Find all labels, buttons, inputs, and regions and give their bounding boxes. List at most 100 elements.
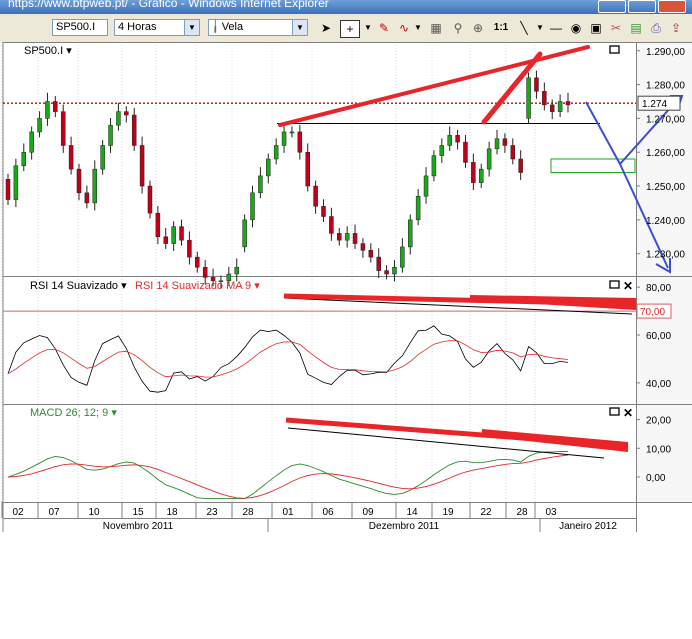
minimize-icon[interactable]: [598, 0, 626, 13]
candle-body: [447, 135, 452, 146]
candle-body: [76, 168, 82, 194]
candle-body: [139, 145, 145, 187]
grid-icon[interactable]: ▦: [428, 20, 444, 36]
y-tick-label: 1.290,00: [646, 47, 685, 58]
candle-body: [124, 111, 129, 116]
chevron-down-icon[interactable]: ▼: [364, 20, 372, 36]
candle-body: [376, 256, 381, 271]
macd-title: MACD 26; 12; 9 ▾: [30, 407, 117, 419]
eye-icon[interactable]: ◉: [568, 20, 584, 36]
ratio-button[interactable]: 1:1: [492, 20, 510, 36]
candle-body: [37, 118, 42, 133]
candle-body: [68, 145, 74, 170]
y-axis-panel: [636, 42, 692, 502]
candle-body: [502, 138, 508, 146]
y-tick-label: 1.240,00: [646, 216, 685, 227]
lock-icon[interactable]: ▣: [588, 20, 604, 36]
candle-body: [116, 111, 121, 126]
candle-body: [92, 168, 98, 204]
candle-body: [415, 195, 421, 221]
chevron-down-icon: ▼: [292, 20, 307, 35]
candle-body: [478, 168, 484, 183]
candle-body: [549, 104, 555, 112]
chevron-down-icon[interactable]: ▼: [536, 20, 544, 36]
candle-body: [337, 233, 342, 241]
candle-body: [108, 124, 113, 146]
close-window-icon[interactable]: [658, 0, 686, 13]
close-icon: ✕: [623, 279, 633, 293]
candle-body: [486, 148, 492, 170]
maximize-icon[interactable]: [628, 0, 656, 13]
chevron-down-icon[interactable]: ▼: [414, 20, 422, 36]
candle-body: [408, 219, 413, 248]
month-label: Janeiro 2012: [559, 521, 617, 532]
candle-body: [534, 77, 539, 92]
candle-body: [313, 185, 318, 207]
candle-body: [384, 270, 389, 275]
zoom-in-icon[interactable]: ⊕: [470, 20, 486, 36]
cursor-arrow-icon[interactable]: ➤: [318, 20, 334, 36]
candle-body: [557, 101, 563, 112]
rsi-title: RSI 14 Suavizado ▾: [30, 280, 127, 292]
save-icon[interactable]: ▤: [628, 20, 644, 36]
candle-body: [455, 135, 460, 143]
candle-body: [392, 266, 397, 275]
candle-body: [266, 158, 271, 177]
y-tick-label: 1.280,00: [646, 81, 685, 92]
candle-body: [289, 131, 295, 134]
x-tick-label: 23: [206, 507, 218, 518]
candle-body: [13, 165, 19, 200]
indicator-icon[interactable]: ∿: [396, 20, 412, 36]
candle-body: [195, 256, 200, 268]
candle-body: [526, 77, 531, 119]
chart-area: 02 07 10 15 18 23 28 01 06 09 14 19 22 28 03 Novembro 2…: [0, 42, 692, 532]
print-icon[interactable]: ⎙: [648, 20, 664, 36]
candle-body: [281, 131, 287, 146]
candle-body: [179, 226, 184, 241]
timeframe-select[interactable]: 4 Horas ▼: [114, 19, 200, 36]
candle-body: [565, 101, 571, 106]
candle-body: [305, 151, 310, 187]
candle-body: [84, 192, 90, 204]
candle-body: [131, 114, 137, 146]
x-tick-label: 28: [242, 507, 254, 518]
candle-body: [5, 179, 11, 200]
chart-style-select[interactable]: ╽ Vela ▼: [208, 19, 308, 36]
chart-canvas[interactable]: 02 07 10 15 18 23 28 01 06 09 14 19 22 28 03 Novembro 2…: [0, 42, 692, 532]
y-tick-label: 60,00: [646, 331, 671, 342]
delete-icon[interactable]: ✂: [608, 20, 624, 36]
y-tick-label: 40,00: [646, 379, 671, 390]
x-tick-label: 22: [480, 507, 492, 518]
candle-body: [250, 192, 255, 221]
rsi-ma-title: RSI 14 Suavizado MA 9 ▾: [135, 280, 260, 292]
candle-body: [329, 216, 334, 234]
y-tick-label: 20,00: [646, 416, 671, 427]
pencil-icon[interactable]: ✎: [376, 20, 392, 36]
x-tick-label: 02: [12, 507, 24, 518]
candle-body: [171, 226, 176, 244]
candle-body: [155, 212, 161, 238]
x-tick-label: 15: [132, 507, 144, 518]
symbol-select[interactable]: SP500.I: [52, 19, 108, 36]
y-tick-label: 1.250,00: [646, 182, 685, 193]
y-tick-label: 1.270,00: [646, 114, 685, 125]
x-tick-label: 01: [282, 507, 294, 518]
y-tick-label: 1.260,00: [646, 148, 685, 159]
candle-body: [542, 91, 547, 106]
x-tick-label: 03: [545, 507, 557, 518]
overbought-label: 70,00: [640, 307, 665, 318]
crosshair-icon[interactable]: +: [340, 20, 360, 38]
export-icon[interactable]: ⇪: [668, 20, 684, 36]
candle-body: [423, 175, 429, 197]
close-icon: ✕: [623, 406, 633, 420]
symbol-label: SP500.I ▾: [24, 45, 72, 57]
y-tick-label: 0,00: [646, 473, 666, 484]
y-tick-label: 80,00: [646, 283, 671, 294]
x-tick-label: 14: [406, 507, 418, 518]
current-price-label: 1.274: [642, 99, 667, 110]
x-tick-label: 09: [362, 507, 374, 518]
horizontal-line-icon[interactable]: —: [548, 20, 564, 36]
candle-body: [344, 233, 350, 241]
zoom-icon[interactable]: ⚲: [450, 20, 466, 36]
trend-line-icon[interactable]: ╲: [516, 20, 532, 36]
